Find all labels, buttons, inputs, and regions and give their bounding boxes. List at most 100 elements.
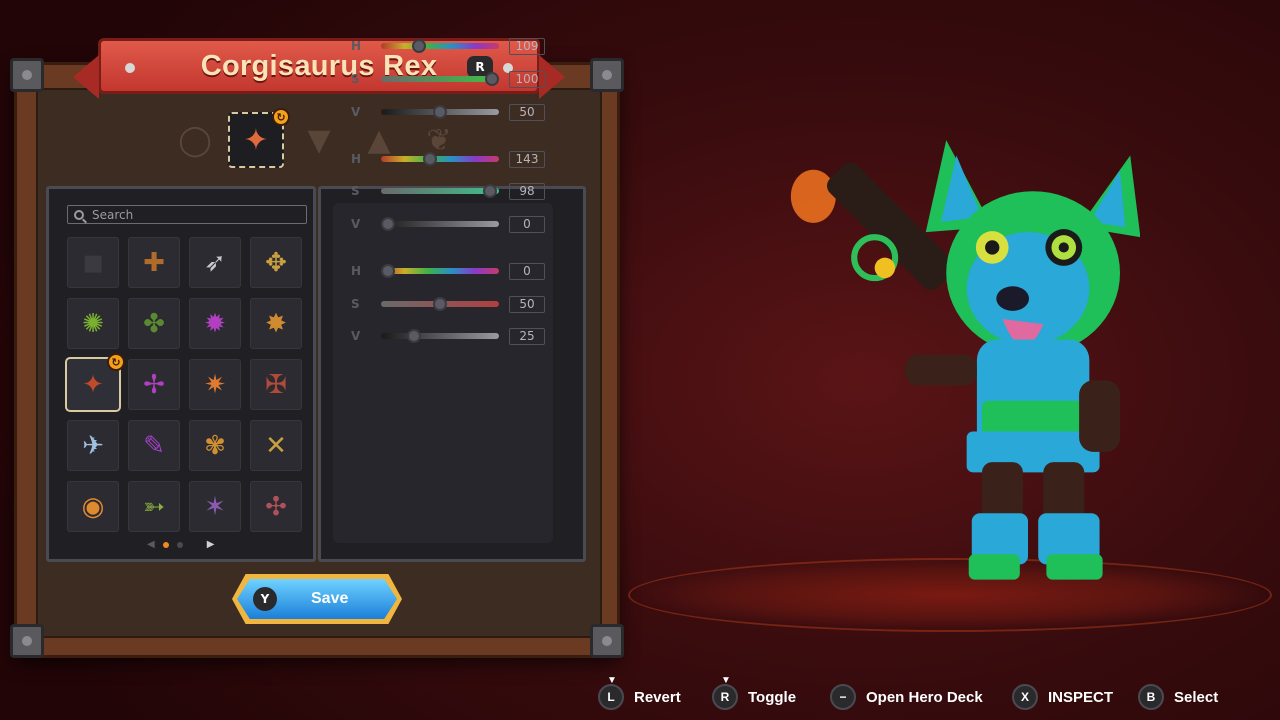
item-slot[interactable]: ◼ — [67, 237, 119, 288]
slider-knob[interactable] — [407, 329, 421, 343]
color-slider-row[interactable]: S 98 — [333, 181, 553, 201]
slider-value[interactable]: 0 — [509, 215, 545, 233]
item-slot[interactable]: ➶ — [189, 237, 241, 288]
item-slot[interactable]: ✢ — [128, 359, 180, 410]
item-slot[interactable]: ✈ — [67, 420, 119, 471]
item-list-panel: Search ◼ ✚ ➶ ✥ ✺ ✤ ✹ ✸ ✦ ↻ ✢ ✷ ✠ ✈ ✎ ✾ ✕… — [46, 186, 316, 562]
r-button-icon: ▼ R — [712, 675, 738, 710]
slider-value[interactable]: 0 — [509, 262, 545, 280]
slider-value[interactable]: 98 — [509, 182, 545, 200]
color-slider-row[interactable]: V 50 — [333, 102, 553, 122]
hint-revert[interactable]: ▼ L Revert — [598, 675, 681, 710]
hint-toggle[interactable]: ▼ R Toggle — [712, 675, 797, 710]
item-slot[interactable]: ✎ — [128, 420, 180, 471]
item-slot[interactable]: ✾ — [189, 420, 241, 471]
hint-inspect[interactable]: X INSPECT — [1012, 684, 1113, 710]
prev-page-icon[interactable]: ◀ — [147, 539, 155, 550]
slider-value[interactable]: 100 — [509, 70, 545, 88]
slider-label: S — [351, 184, 360, 198]
slider-value[interactable]: 25 — [509, 327, 545, 345]
slider-knob[interactable] — [381, 264, 395, 278]
search-icon — [74, 209, 84, 220]
item-slot[interactable]: ✶ — [189, 481, 241, 532]
color-slider-row[interactable]: S 50 — [333, 294, 553, 314]
slider-track[interactable] — [381, 72, 499, 86]
item-slot[interactable]: ◉ — [67, 481, 119, 532]
save-button[interactable]: Y Save — [237, 579, 397, 619]
hint-label: Open Hero Deck — [866, 688, 983, 706]
item-slot[interactable]: ✚ — [128, 237, 180, 288]
tab-accessory[interactable]: ◯ — [170, 114, 220, 166]
item-slot-selected[interactable]: ✦ ↻ — [67, 353, 125, 410]
slider-track[interactable] — [381, 217, 499, 231]
item-slot[interactable]: ✸ — [250, 298, 302, 349]
slider-label: S — [351, 297, 360, 311]
slider-track[interactable] — [381, 184, 499, 198]
item-slot[interactable]: ➳ — [128, 481, 180, 532]
hint-label: Select — [1174, 688, 1219, 706]
l-button-icon: ▼ L — [598, 675, 624, 710]
b-button-icon: B — [1138, 684, 1164, 710]
slider-knob[interactable] — [433, 297, 447, 311]
slider-track[interactable] — [381, 264, 499, 278]
hero-body — [905, 140, 1140, 580]
down-arrow-icon: ▼ — [607, 675, 617, 686]
slider-track[interactable] — [381, 329, 499, 343]
slider-track[interactable] — [381, 297, 499, 311]
hero-character-image — [790, 140, 1140, 580]
hint-label: Toggle — [748, 688, 797, 706]
color-panel: H 109 S 100 V 50 H 143 S 98 V 0 H 0 S 50 V 25 — [318, 37, 586, 562]
slider-value[interactable]: 143 — [509, 150, 545, 168]
y-button-icon: Y — [253, 587, 277, 611]
slider-knob[interactable] — [412, 39, 427, 53]
hint-label: Revert — [634, 688, 681, 706]
slider-track[interactable] — [381, 105, 499, 119]
head-icon: ▼ — [307, 122, 331, 158]
corner-bracket — [590, 58, 624, 92]
slider-knob[interactable] — [433, 105, 447, 119]
slider-label: H — [351, 39, 362, 53]
corner-bracket — [10, 58, 44, 92]
color-slider-row[interactable]: V0 — [333, 214, 553, 234]
slider-knob[interactable] — [485, 72, 499, 86]
rivet — [125, 63, 135, 73]
item-slot[interactable]: ✥ — [250, 237, 302, 288]
slider-value[interactable]: 50 — [509, 103, 545, 121]
item-slot[interactable]: ✣ — [250, 481, 302, 532]
page-dot — [176, 541, 183, 548]
minus-button-icon: − — [830, 684, 856, 710]
item-slot[interactable]: ✕ — [250, 420, 302, 471]
next-page-icon[interactable]: ▶ — [207, 539, 215, 550]
search-input[interactable]: Search — [67, 205, 307, 224]
slider-knob[interactable] — [482, 184, 497, 198]
equipped-badge-icon: ↻ — [272, 108, 290, 126]
slider-knob[interactable] — [381, 217, 395, 231]
color-slider-row[interactable]: V 25 — [333, 326, 553, 346]
color-slider-row[interactable]: H0 — [333, 261, 553, 281]
corner-bracket — [590, 624, 624, 658]
slider-label: V — [351, 329, 361, 343]
slider-label: V — [351, 217, 361, 231]
color-slider-row[interactable]: S 100 — [333, 69, 553, 89]
slider-label: V — [351, 105, 361, 119]
tab-weapon[interactable]: ✦ ↻ — [228, 108, 290, 168]
item-slot[interactable]: ✺ — [67, 298, 119, 349]
slider-value[interactable]: 109 — [509, 37, 545, 55]
item-slot[interactable]: ✠ — [250, 359, 302, 410]
hint-select[interactable]: B Select — [1138, 684, 1218, 710]
page-dot-active — [162, 541, 169, 548]
color-slider-row[interactable]: H 143 — [333, 149, 553, 169]
slider-label: S — [351, 72, 360, 86]
item-slot[interactable]: ✹ — [189, 298, 241, 349]
item-slot[interactable]: ✷ — [189, 359, 241, 410]
slider-track[interactable] — [381, 152, 499, 166]
color-slider-row[interactable]: H 109 — [333, 36, 553, 56]
x-button-icon: X — [1012, 684, 1038, 710]
slider-value[interactable]: 50 — [509, 295, 545, 313]
slider-track[interactable] — [381, 39, 499, 53]
weapon-icon: ✦ — [243, 122, 269, 158]
item-slot[interactable]: ✤ — [128, 298, 180, 349]
hint-open-hero-deck[interactable]: − Open Hero Deck — [830, 684, 983, 710]
slider-knob[interactable] — [422, 152, 437, 166]
ring-icon: ◯ — [178, 122, 212, 158]
